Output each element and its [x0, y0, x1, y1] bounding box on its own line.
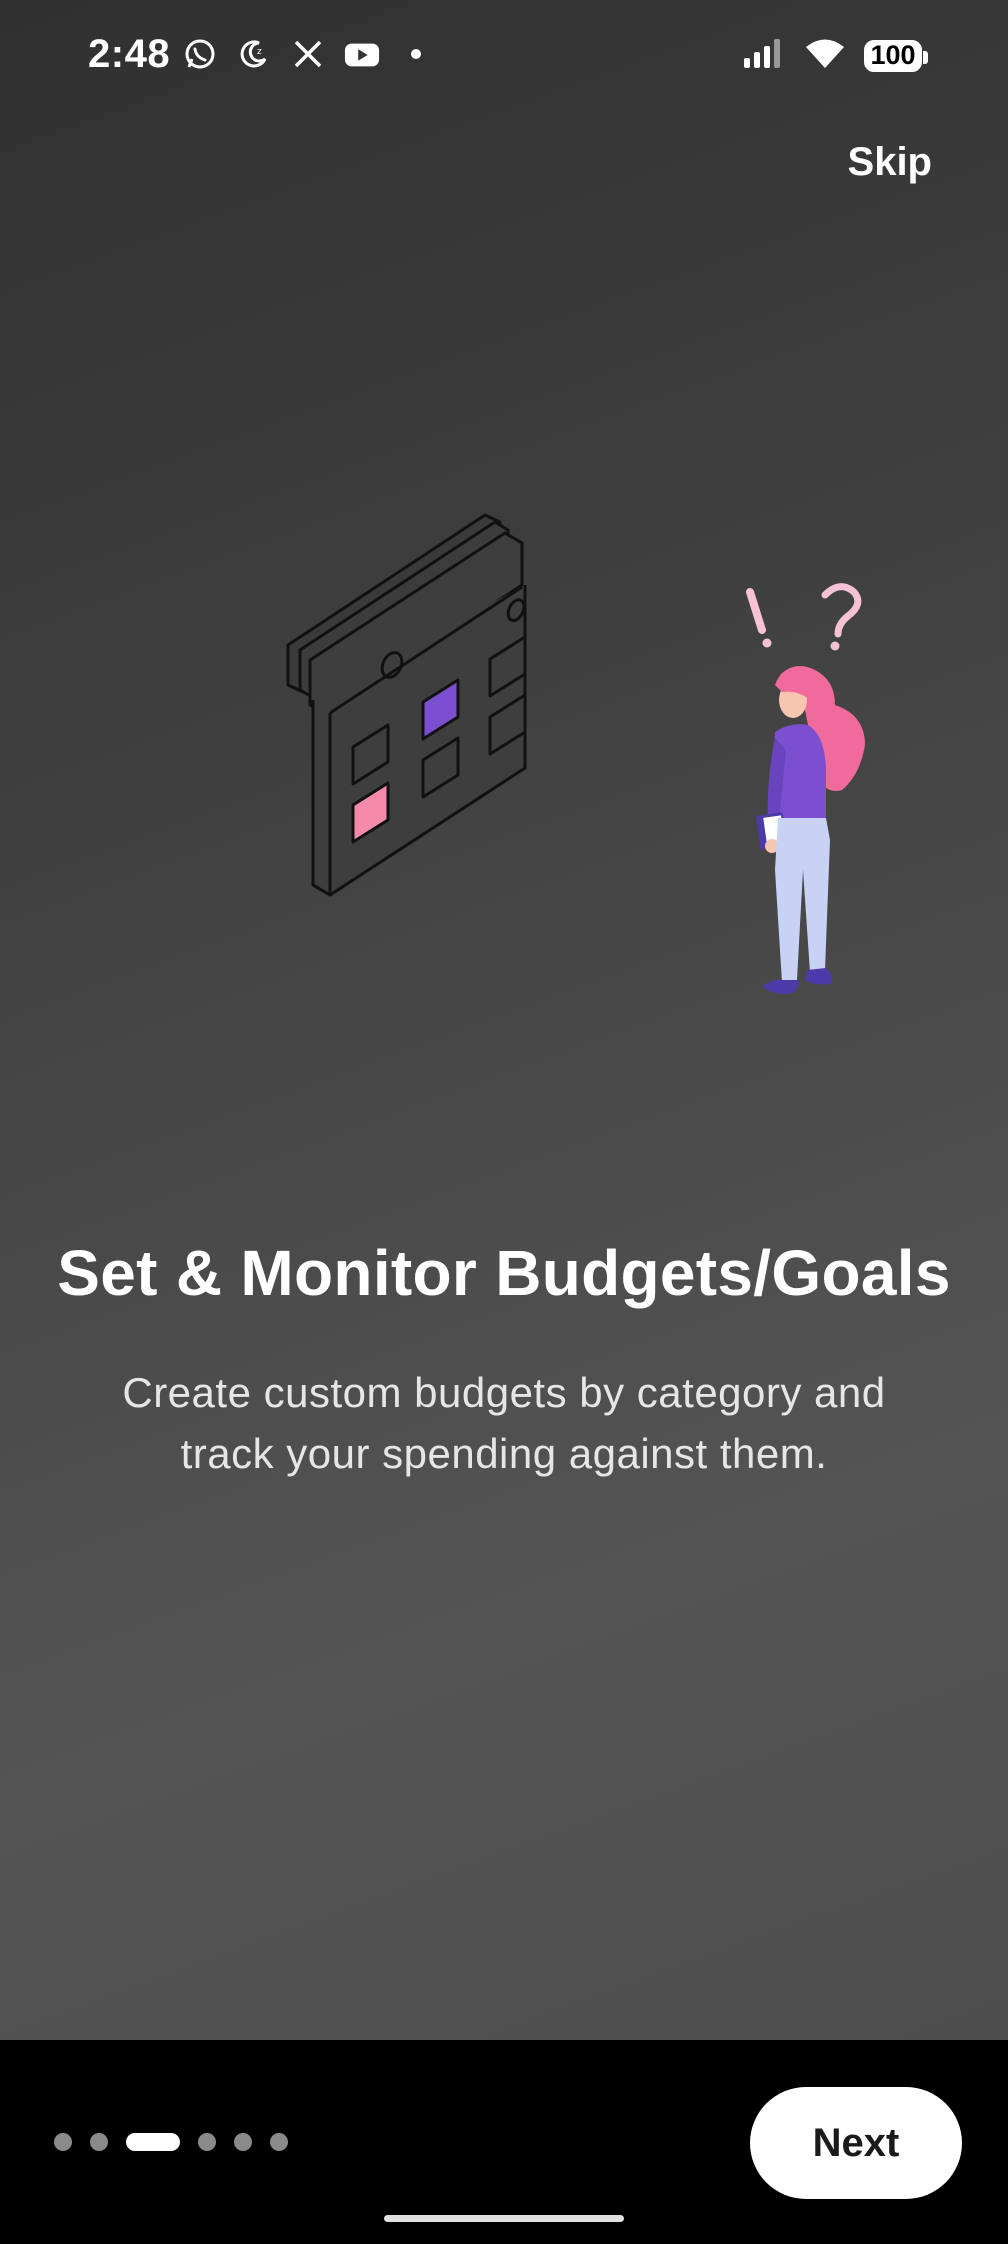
- home-indicator[interactable]: [384, 2215, 624, 2222]
- moon-icon: z: [236, 36, 272, 72]
- whatsapp-icon: [182, 36, 218, 72]
- page-dot: [198, 2133, 216, 2151]
- system-icons: 100: [742, 36, 928, 75]
- battery-icon: 100: [864, 39, 928, 72]
- page-dot-active: [126, 2133, 180, 2151]
- calendar-and-person-illustration: [286, 513, 865, 994]
- next-button[interactable]: Next: [750, 2087, 962, 2199]
- page-dot: [90, 2133, 108, 2151]
- status-bar: 2:48 z 100: [0, 0, 1008, 115]
- page-dot: [234, 2133, 252, 2151]
- notification-icons: z: [182, 36, 434, 72]
- wifi-icon: [804, 36, 846, 75]
- status-time: 2:48: [88, 32, 171, 76]
- onboarding-title: Set & Monitor Budgets/Goals: [57, 1237, 951, 1309]
- onboarding-description: Create custom budgets by category and tr…: [122, 1369, 886, 1477]
- youtube-icon: [344, 36, 380, 72]
- calendar-icon: [286, 513, 527, 897]
- svg-text:z: z: [257, 47, 262, 57]
- x-icon: [290, 36, 326, 72]
- page-indicator: [54, 2133, 288, 2151]
- page-dot: [54, 2133, 72, 2151]
- skip-button[interactable]: Skip: [848, 140, 932, 185]
- dot-icon: [398, 36, 434, 72]
- signal-icon: [742, 36, 786, 75]
- page-dot: [270, 2133, 288, 2151]
- onboarding-screen: 2:48 z 100 Skip Set & Monitor Budgets/Go…: [0, 0, 1008, 2040]
- person-illustration: [755, 666, 865, 994]
- exclamation-question-icon: [746, 583, 862, 651]
